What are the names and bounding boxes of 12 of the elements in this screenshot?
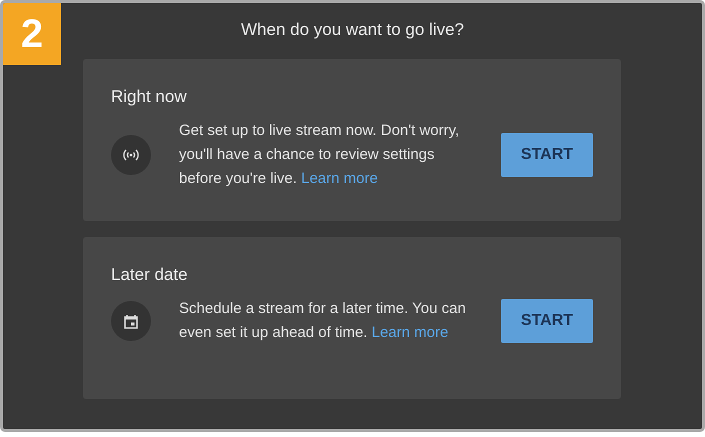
step-badge: 2 bbox=[3, 3, 61, 65]
broadcast-icon bbox=[122, 149, 140, 161]
learn-more-link[interactable]: Learn more bbox=[372, 324, 448, 341]
option-heading: Later date bbox=[111, 265, 188, 285]
dialog-title: When do you want to go live? bbox=[240, 20, 464, 40]
option-description: Get set up to live stream now. Don't worry, you'll have a chance to review settings before you're live. Learn more bbox=[179, 121, 460, 189]
start-button[interactable]: START bbox=[501, 133, 593, 177]
calendar-icon bbox=[124, 314, 138, 328]
option-description: Schedule a stream for a later time. You can even set it up ahead of time. Learn more bbox=[179, 299, 467, 343]
option-heading: Right now bbox=[111, 87, 187, 107]
learn-more-link[interactable]: Learn more bbox=[301, 170, 378, 187]
start-button[interactable]: START bbox=[501, 299, 593, 343]
